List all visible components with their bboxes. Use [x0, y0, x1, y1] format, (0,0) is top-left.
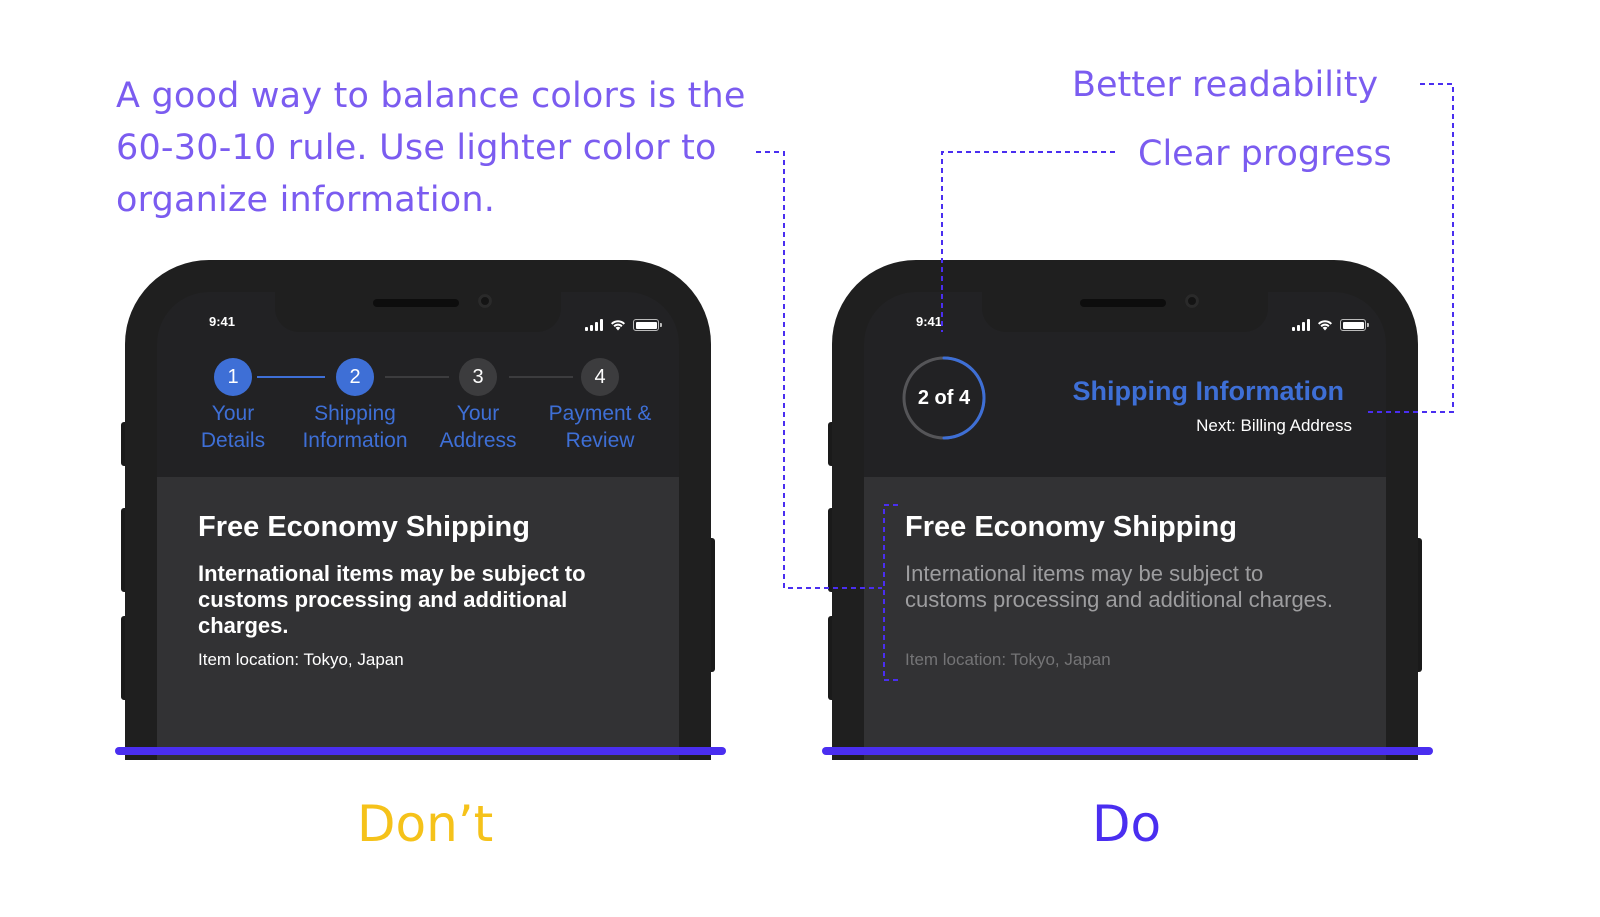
caption-dont: Don’t: [357, 795, 494, 853]
dont-base-bar: [115, 747, 726, 755]
connector-color-balance: [756, 151, 882, 589]
bracket-card-text: [883, 504, 898, 681]
connector-clear-progress: [941, 151, 1115, 332]
caption-do: Do: [1092, 795, 1162, 853]
do-base-bar: [822, 747, 1433, 755]
annotation-connectors: [756, 83, 1454, 681]
connector-better-readability: [1366, 83, 1454, 413]
